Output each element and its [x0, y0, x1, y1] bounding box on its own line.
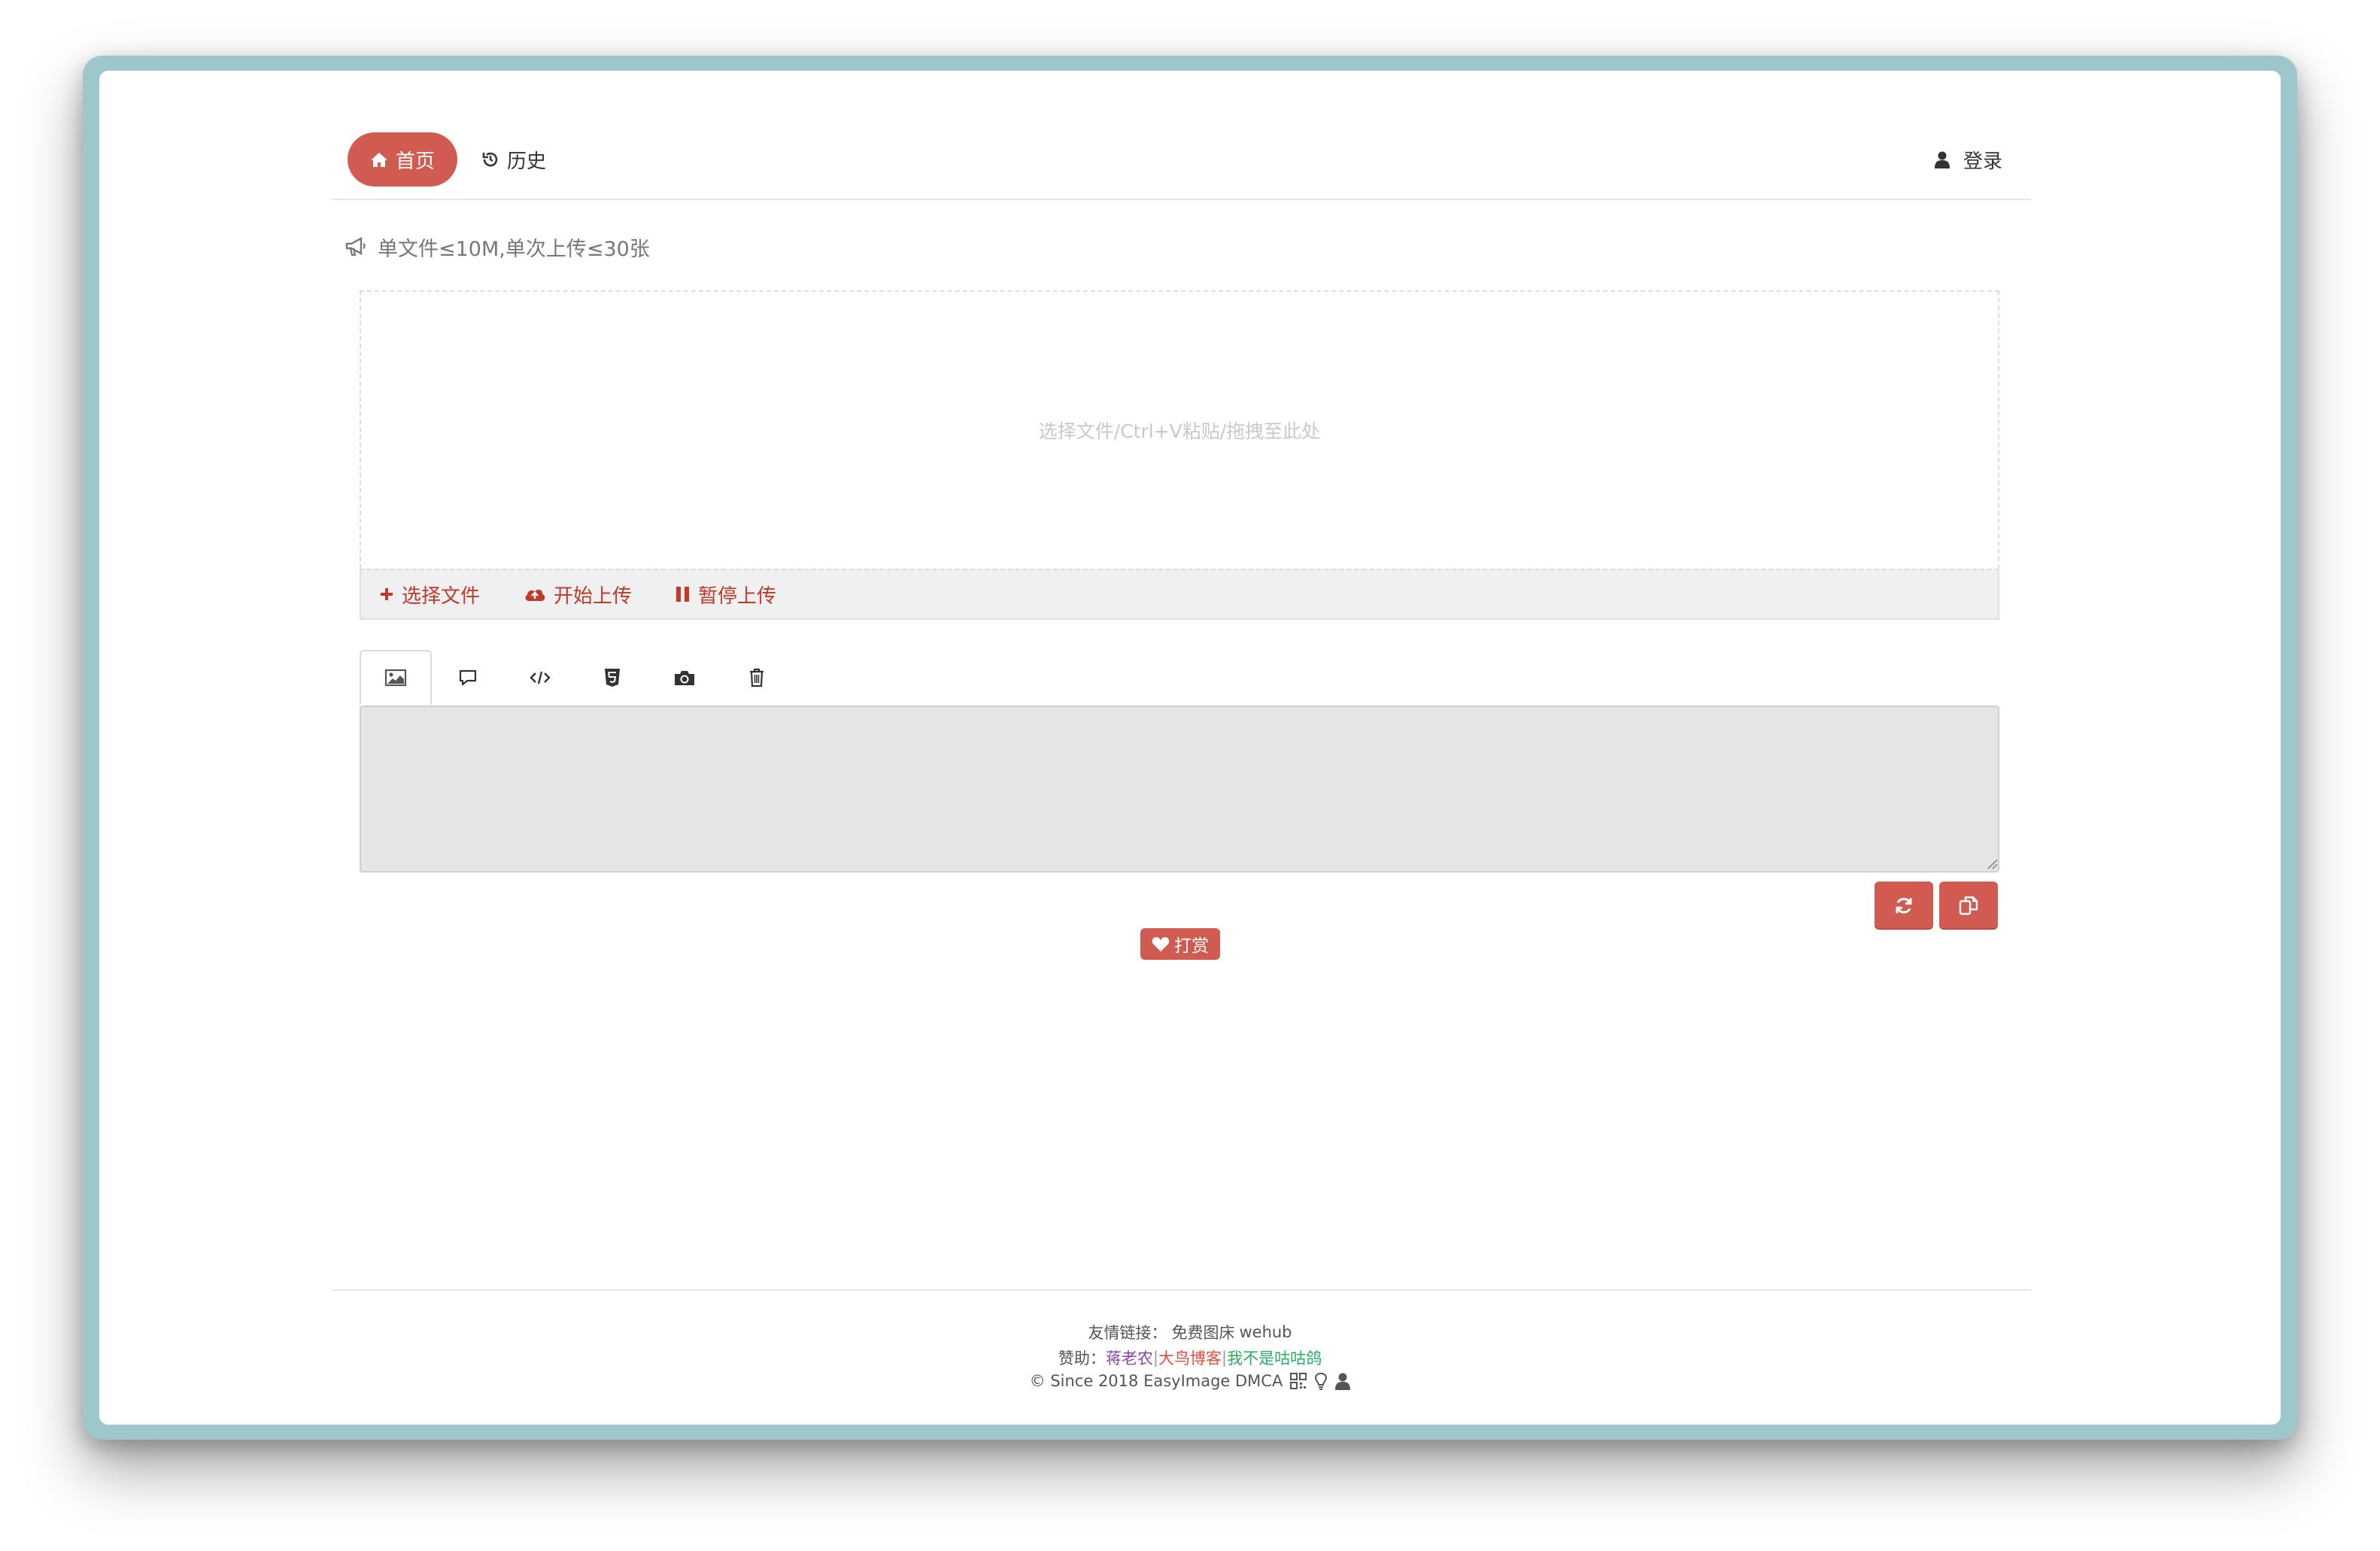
html5-icon [605, 669, 620, 687]
tab-camera[interactable] [648, 650, 721, 706]
footer-link-free-image-host[interactable]: 免费图床 [1171, 1321, 1234, 1343]
comment-icon [459, 669, 477, 686]
footer-sponsor-separator: | [1222, 1349, 1228, 1367]
footer-sponsors: 赞助： 蒋老农 | 大鸟博客 | 我不是咕咕鸽 [99, 1346, 2281, 1369]
dropzone-hint: 选择文件/Ctrl+V粘贴/拖拽至此处 [1038, 420, 1321, 442]
pause-upload-button[interactable]: 暂停上传 [675, 581, 776, 609]
choose-file-button[interactable]: 选择文件 [379, 581, 480, 609]
refresh-icon [1896, 897, 1912, 914]
footer-sponsor-1[interactable]: 蒋老农 [1106, 1346, 1153, 1369]
nav-home-button[interactable]: 首页 [348, 132, 457, 187]
nav-login-link[interactable]: 登录 [1935, 132, 2002, 187]
footer-divider [331, 1289, 2031, 1291]
pause-upload-label: 暂停上传 [698, 584, 777, 608]
link-output-textarea[interactable] [360, 706, 1999, 873]
tab-code[interactable] [504, 650, 576, 706]
image-icon [384, 669, 407, 687]
copy-icon [1959, 896, 1978, 915]
resize-grip-icon[interactable] [1986, 857, 1998, 870]
nav-history-link[interactable]: 历史 [481, 132, 546, 187]
reward-label: 打赏 [1174, 936, 1209, 956]
start-upload-label: 开始上传 [554, 584, 633, 608]
bullhorn-icon [345, 237, 366, 256]
upload-toolbar: 选择文件 开始上传 暂停上传 [360, 569, 1999, 620]
pause-icon [676, 587, 690, 602]
upload-notice: 单文件≤10M,单次上传≤30张 [345, 232, 650, 262]
nav-home-label: 首页 [395, 150, 435, 173]
user-icon [1935, 151, 1950, 168]
footer-links: 友情链接： 免费图床 wehub [99, 1321, 2281, 1343]
trash-icon [750, 668, 763, 687]
lightbulb-icon[interactable] [1314, 1372, 1328, 1390]
heart-icon [1152, 936, 1170, 952]
code-icon [530, 671, 551, 684]
link-format-tabs [360, 650, 793, 707]
tab-delete[interactable] [721, 650, 793, 706]
upload-notice-text: 单文件≤10M,单次上传≤30张 [378, 237, 650, 261]
tab-comment[interactable] [432, 650, 504, 706]
footer-copyright: © Since 2018 EasyImage DMCA [99, 1372, 2281, 1390]
nav-divider [331, 199, 2031, 200]
user-icon[interactable] [1335, 1372, 1351, 1390]
plus-icon [381, 588, 393, 600]
home-icon [370, 153, 387, 167]
footer-sponsor-2[interactable]: 大鸟博客 [1158, 1346, 1222, 1369]
qrcode-icon[interactable] [1290, 1373, 1307, 1389]
footer-links-prefix: 友情链接： [1088, 1324, 1167, 1342]
history-icon [482, 152, 498, 167]
tab-html5[interactable] [576, 650, 648, 706]
footer-copyright-text[interactable]: © Since 2018 EasyImage DMCA [1030, 1372, 1283, 1390]
camera-icon [675, 671, 694, 685]
choose-file-label: 选择文件 [402, 584, 481, 608]
cloud-upload-icon [525, 589, 545, 601]
start-upload-button[interactable]: 开始上传 [524, 581, 632, 609]
footer-sponsor-separator: | [1152, 1349, 1158, 1367]
footer-sponsor-prefix: 赞助： [1058, 1349, 1106, 1367]
reward-button[interactable]: 打赏 [1140, 928, 1220, 960]
refresh-button[interactable] [1875, 882, 1933, 930]
upload-dropzone[interactable]: 选择文件/Ctrl+V粘贴/拖拽至此处 [360, 290, 1999, 569]
tab-image[interactable] [360, 650, 432, 706]
copy-button[interactable] [1939, 882, 1998, 930]
footer-sponsor-3[interactable]: 我不是咕咕鸽 [1227, 1346, 1322, 1369]
browser-window: 首页 历史 登录 单文件≤10M,单次上传≤30张 选择文件/Ctrl+V粘贴/… [99, 71, 2281, 1425]
nav-login-label: 登录 [1963, 150, 2003, 173]
nav-history-label: 历史 [507, 150, 547, 173]
footer-link-wehub[interactable]: wehub [1239, 1323, 1292, 1341]
